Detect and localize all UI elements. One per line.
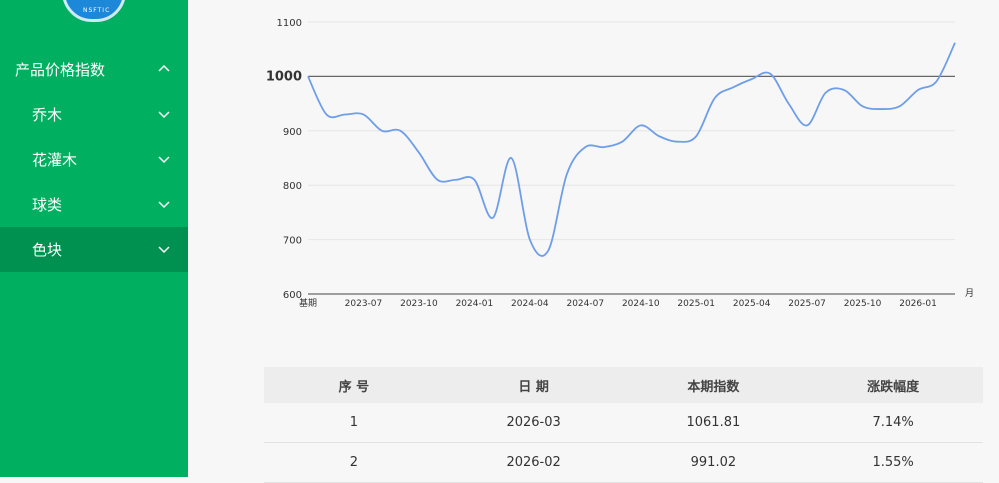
x-axis-unit-label: 月 [965, 288, 974, 299]
row-change: 7.14% [872, 415, 914, 430]
series-line [307, 42, 956, 257]
x-tick-label: 2024-10 [622, 299, 660, 309]
header-current-index: 本期指数 [687, 379, 740, 395]
x-tick-label: 2025-10 [844, 299, 882, 309]
x-tick-label: 2025-04 [733, 299, 771, 309]
y-tick-label: 700 [283, 236, 302, 247]
row-date: 2026-02 [506, 455, 561, 470]
table-row: 2 2026-02 991.02 1.55% [264, 443, 983, 483]
y-tick-label: 1000 [266, 69, 302, 84]
row-date: 2026-03 [506, 415, 561, 430]
x-tick-label: 2026-01 [899, 299, 937, 309]
table-row: 1 2026-03 1061.81 7.14% [264, 403, 983, 443]
x-tick-label: 2023-07 [345, 299, 383, 309]
x-tick-label: 基期 [299, 297, 317, 309]
row-change: 1.55% [872, 455, 914, 470]
x-tick-label: 2023-10 [400, 299, 438, 309]
row-value: 1061.81 [686, 415, 741, 430]
x-tick-label: 2024-04 [511, 299, 549, 309]
x-tick-label: 2024-07 [566, 299, 604, 309]
header-change: 涨跌幅度 [867, 379, 920, 395]
header-date: 日 期 [518, 379, 549, 395]
y-tick-label: 900 [283, 127, 302, 138]
row-value: 991.02 [690, 455, 737, 470]
x-tick-label: 2024-01 [456, 299, 494, 309]
x-tick-label: 2025-07 [788, 299, 826, 309]
header-index: 序 号 [338, 379, 370, 395]
y-tick-label: 1100 [277, 18, 302, 29]
table-header-row: 序 号 日 期 本期指数 涨跌幅度 [264, 367, 983, 403]
index-table: 序 号 日 期 本期指数 涨跌幅度 1 2026-03 1061.81 7.14… [264, 367, 983, 483]
x-tick-label: 2025-01 [677, 299, 715, 309]
price-index-chart: 60070080090010001100基期 2023-07 2023-10 2024… [266, 18, 974, 309]
y-tick-label: 800 [283, 181, 302, 192]
row-index: 1 [349, 415, 359, 430]
row-index: 2 [349, 455, 359, 470]
